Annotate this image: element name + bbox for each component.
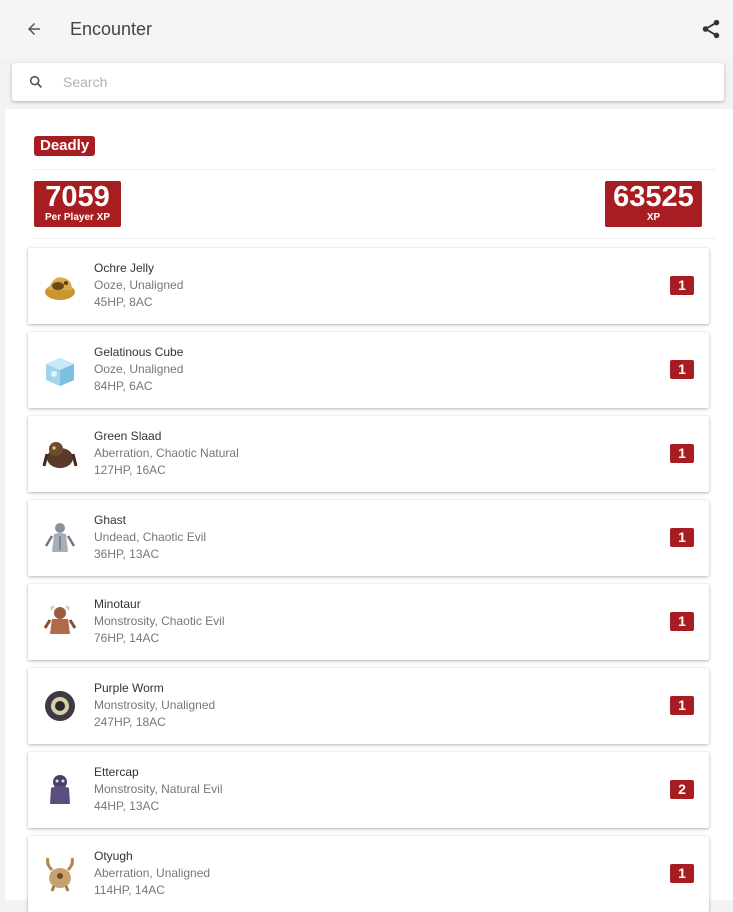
monster-type: Ooze, Unaligned bbox=[94, 362, 184, 376]
monster-type: Ooze, Unaligned bbox=[94, 278, 184, 292]
app-bar: Encounter bbox=[0, 0, 733, 58]
monster-card[interactable]: Purple Worm Monstrosity, Unaligned 247HP… bbox=[28, 668, 709, 744]
monster-name: Gelatinous Cube bbox=[94, 345, 184, 359]
gelatinous-cube-icon bbox=[46, 358, 74, 386]
monster-card[interactable]: Ghast Undead, Chaotic Evil 36HP, 13AC 1 bbox=[28, 500, 709, 576]
monster-name: Otyugh bbox=[94, 849, 133, 863]
monster-card[interactable]: Minotaur Monstrosity, Chaotic Evil 76HP,… bbox=[28, 584, 709, 660]
search-input[interactable] bbox=[61, 73, 665, 91]
monster-name: Ettercap bbox=[94, 765, 139, 779]
page-title: Encounter bbox=[70, 18, 153, 39]
search-bar bbox=[12, 63, 724, 101]
monster-count-badge[interactable]: 2 bbox=[670, 780, 694, 799]
otyugh-icon bbox=[46, 857, 74, 892]
monster-count-badge[interactable]: 1 bbox=[670, 696, 694, 715]
minotaur-icon bbox=[43, 605, 77, 634]
monster-type: Monstrosity, Natural Evil bbox=[94, 782, 223, 796]
monster-stats: 247HP, 18AC bbox=[94, 715, 166, 729]
monster-name: Ochre Jelly bbox=[94, 261, 155, 275]
arrow-back-icon bbox=[28, 23, 40, 35]
encounter-panel: Deadly 7059 Per Player XP 63525 XP Ochre… bbox=[5, 109, 733, 912]
search-icon bbox=[29, 75, 42, 88]
total-xp-label: XP bbox=[646, 212, 661, 223]
monster-type: Monstrosity, Unaligned bbox=[94, 698, 216, 712]
per-player-xp-box: 7059 Per Player XP bbox=[34, 181, 121, 227]
monster-stats: 44HP, 13AC bbox=[94, 799, 160, 813]
monster-type: Aberration, Chaotic Natural bbox=[94, 446, 239, 460]
monster-type: Monstrosity, Chaotic Evil bbox=[94, 614, 225, 628]
back-button[interactable] bbox=[23, 18, 45, 40]
per-player-xp-label: Per Player XP bbox=[44, 212, 111, 223]
monster-stats: 114HP, 14AC bbox=[94, 883, 165, 897]
share-icon bbox=[702, 19, 720, 39]
share-button[interactable] bbox=[700, 18, 722, 40]
monster-stats: 36HP, 13AC bbox=[94, 547, 160, 561]
ghast-icon bbox=[44, 523, 76, 552]
monster-type: Undead, Chaotic Evil bbox=[94, 530, 207, 544]
difficulty-badge: Deadly bbox=[34, 136, 96, 156]
monster-name: Minotaur bbox=[94, 597, 141, 611]
per-player-xp-value: 7059 bbox=[45, 181, 110, 213]
divider bbox=[34, 169, 716, 170]
monster-count-badge[interactable]: 1 bbox=[670, 444, 694, 463]
green-slaad-icon bbox=[42, 442, 78, 468]
monster-card[interactable]: Gelatinous Cube Ooze, Unaligned 84HP, 6A… bbox=[28, 332, 709, 408]
total-xp-value: 63525 bbox=[613, 181, 694, 213]
monster-name: Ghast bbox=[94, 513, 127, 527]
total-xp-box: 63525 XP bbox=[605, 181, 702, 227]
monster-count-badge[interactable]: 1 bbox=[670, 360, 694, 379]
ochre-jelly-icon bbox=[45, 277, 75, 300]
monster-count-badge[interactable]: 1 bbox=[670, 528, 694, 547]
monster-count-badge[interactable]: 1 bbox=[670, 864, 694, 883]
purple-worm-icon bbox=[45, 691, 75, 721]
monster-name: Purple Worm bbox=[94, 681, 164, 695]
ettercap-icon bbox=[50, 775, 70, 804]
monster-count-badge[interactable]: 1 bbox=[670, 276, 694, 295]
monster-stats: 127HP, 16AC bbox=[94, 463, 166, 477]
monster-type: Aberration, Unaligned bbox=[94, 866, 211, 880]
monster-stats: 45HP, 8AC bbox=[94, 295, 153, 309]
divider bbox=[34, 238, 716, 239]
monster-count-badge[interactable]: 1 bbox=[670, 612, 694, 631]
monster-card[interactable]: Ettercap Monstrosity, Natural Evil 44HP,… bbox=[28, 752, 709, 828]
monster-stats: 76HP, 14AC bbox=[94, 631, 160, 645]
monster-card[interactable]: Ochre Jelly Ooze, Unaligned 45HP, 8AC 1 bbox=[28, 248, 709, 324]
monster-card[interactable]: Otyugh Aberration, Unaligned 114HP, 14AC… bbox=[28, 836, 709, 912]
monster-stats: 84HP, 6AC bbox=[94, 379, 153, 393]
monster-card[interactable]: Green Slaad Aberration, Chaotic Natural … bbox=[28, 416, 709, 492]
monster-name: Green Slaad bbox=[94, 429, 162, 443]
